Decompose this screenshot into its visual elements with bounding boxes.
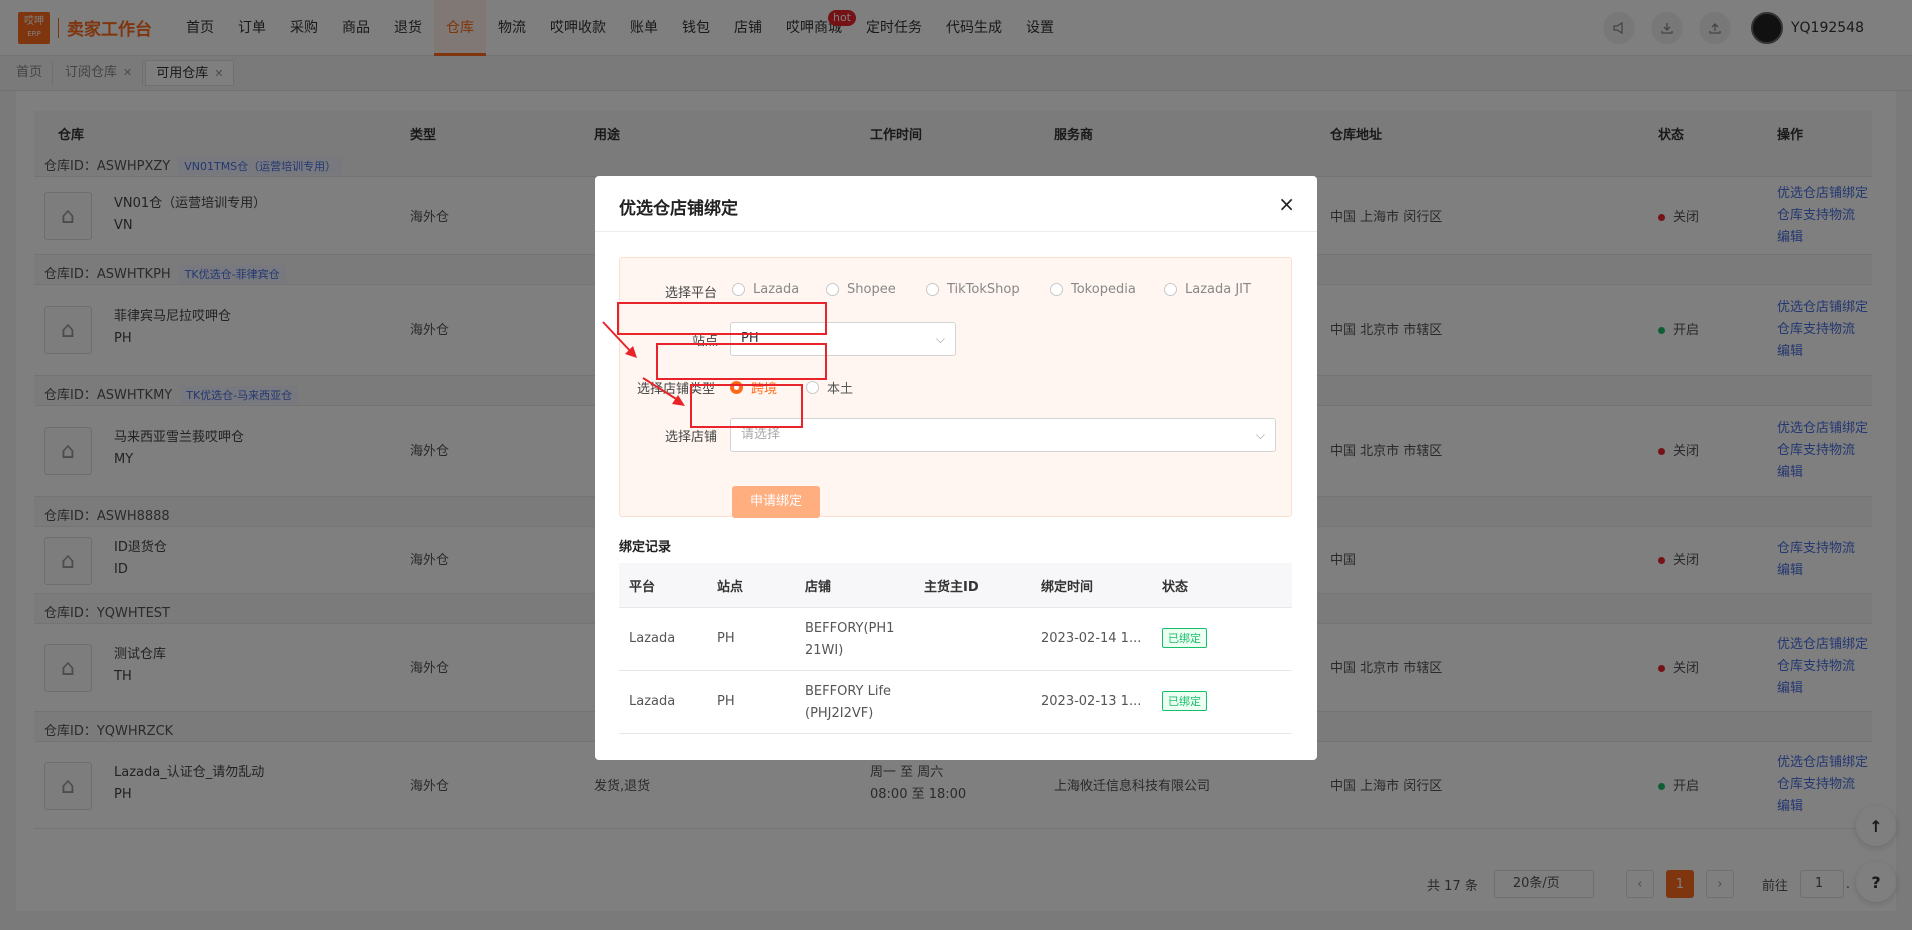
dialog-header: 优选仓店铺绑定 × — [595, 176, 1317, 232]
rec-store-line2: (PHJ2I2VF) — [805, 706, 874, 721]
records-title: 绑定记录 — [619, 540, 672, 555]
table-row: Lazada PH BEFFORY(PH1 21WI) 2023-02-14 1.… — [619, 608, 1292, 671]
radio-tiktokshop[interactable]: TikTokShop — [926, 282, 1020, 297]
radio-tokopedia-label: Tokopedia — [1071, 282, 1136, 297]
rec-col-platform: 平台 — [629, 580, 656, 595]
store-select[interactable]: 请选择 ⌵ — [730, 418, 1276, 452]
rec-platform: Lazada — [629, 694, 676, 709]
rec-col-status: 状态 — [1162, 580, 1189, 595]
rec-platform: Lazada — [629, 631, 676, 646]
radio-local-label: 本土 — [827, 382, 854, 397]
rec-time: 2023-02-13 1... — [1041, 694, 1142, 709]
rec-store-line1: BEFFORY Life — [805, 684, 892, 699]
status-badge: 已绑定 — [1162, 691, 1207, 711]
close-icon[interactable]: × — [1278, 192, 1295, 216]
apply-bind-button[interactable]: 申请绑定 — [732, 486, 820, 518]
rec-col-store: 店铺 — [805, 580, 832, 595]
records-header: 平台 站点 店铺 主货主ID 绑定时间 状态 — [619, 563, 1292, 608]
rec-col-site: 站点 — [717, 580, 744, 595]
rec-time: 2023-02-14 1... — [1041, 631, 1142, 646]
radio-lazada-jit-label: Lazada JIT — [1185, 282, 1251, 297]
rec-col-owner: 主货主ID — [924, 580, 979, 595]
rec-site: PH — [717, 631, 735, 646]
highlight-box — [690, 384, 803, 428]
platform-label: 选择平台 — [665, 286, 718, 301]
records-table: 平台 站点 店铺 主货主ID 绑定时间 状态 Lazada PH BEFFORY… — [619, 563, 1292, 734]
chevron-down-icon: ⌵ — [935, 332, 945, 346]
chevron-down-icon: ⌵ — [1255, 428, 1265, 442]
radio-tiktokshop-label: TikTokShop — [947, 282, 1020, 297]
rec-col-time: 绑定时间 — [1041, 580, 1094, 595]
dialog-title: 优选仓店铺绑定 — [619, 199, 738, 219]
store-placeholder: 请选择 — [741, 427, 781, 442]
status-badge: 已绑定 — [1162, 628, 1207, 648]
radio-shopee[interactable]: Shopee — [826, 282, 896, 297]
radio-lazada[interactable]: Lazada — [732, 282, 799, 297]
table-row: Lazada PH BEFFORY Life (PHJ2I2VF) 2023-02… — [619, 671, 1292, 734]
radio-tokopedia[interactable]: Tokopedia — [1050, 282, 1136, 297]
rec-store-line2: 21WI) — [805, 643, 844, 658]
radio-local[interactable]: 本土 — [806, 378, 853, 397]
arrow-annotation-icon — [602, 321, 685, 406]
rec-store-line1: BEFFORY(PH1 — [805, 621, 895, 636]
bind-store-dialog: 优选仓店铺绑定 × 选择平台 Lazada Shopee TikTokShop … — [595, 176, 1317, 760]
radio-lazada-label: Lazada — [753, 282, 800, 297]
rec-site: PH — [717, 694, 735, 709]
radio-shopee-label: Shopee — [847, 282, 896, 297]
radio-lazada-jit[interactable]: Lazada JIT — [1164, 282, 1251, 297]
